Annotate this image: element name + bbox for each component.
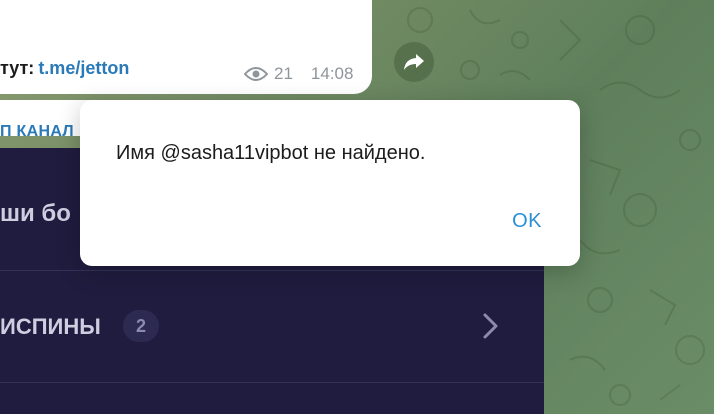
join-channel-label[interactable]: П КАНАЛ	[0, 123, 74, 141]
message-prefix: тут:	[0, 58, 35, 78]
chevron-right-icon[interactable]	[478, 312, 502, 340]
bot-menu-row-2[interactable]: ИСПИНЫ	[0, 314, 101, 340]
bot-menu-row-1[interactable]: ши бо	[0, 200, 71, 228]
count-badge: 2	[123, 310, 159, 342]
forward-button[interactable]	[394, 42, 434, 82]
message-link[interactable]: t.me/jetton	[38, 58, 129, 78]
message-time: 14:08	[310, 64, 354, 83]
views-eye-icon	[244, 67, 268, 81]
dialog-message: Имя @sasha11vipbot не найдено.	[116, 142, 426, 164]
ok-button[interactable]: OK	[502, 204, 552, 239]
forward-arrow-icon	[404, 54, 424, 70]
alert-dialog: Имя @sasha11vipbot не найдено. OK	[80, 100, 580, 266]
message-meta: 21 14:08	[244, 64, 353, 84]
views-count: 21	[274, 64, 293, 83]
message-text: тут: t.me/jetton	[0, 58, 129, 79]
menu-divider	[0, 270, 544, 271]
menu-divider-bottom	[0, 382, 544, 383]
